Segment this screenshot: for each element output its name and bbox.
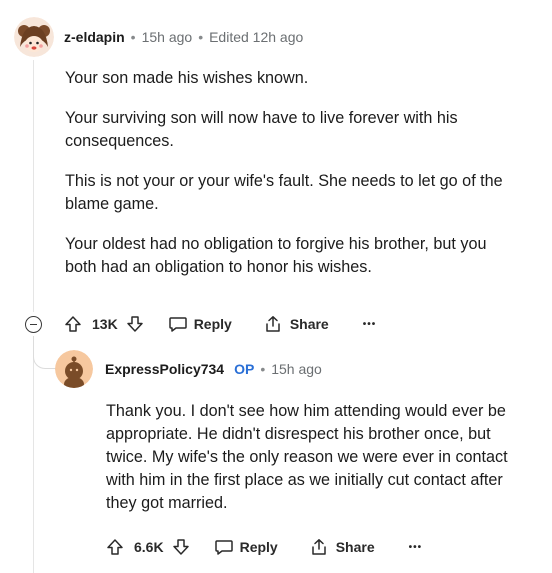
comment-actions: 13K Reply Share ••• (64, 315, 376, 333)
vote-count: 6.6K (134, 539, 164, 555)
comment-icon (168, 317, 187, 332)
op-badge: OP (234, 361, 255, 377)
edited-label: Edited 12h ago (209, 29, 304, 45)
comment-paragraph: Your surviving son will now have to live… (65, 109, 458, 150)
separator-dot: • (260, 361, 266, 377)
share-label: Share (335, 539, 375, 555)
downvote-button[interactable] (172, 538, 190, 556)
share-icon (311, 539, 326, 555)
upvote-button[interactable] (106, 538, 124, 556)
username[interactable]: z-eldapin (64, 29, 125, 45)
comment-icon (214, 540, 233, 555)
reply-actions: 6.6K Reply Share ••• (106, 538, 422, 556)
thread-line-top[interactable] (33, 60, 34, 312)
more-options-button[interactable]: ••• (409, 542, 423, 553)
thread-line-bottom[interactable] (33, 336, 34, 573)
share-button[interactable]: Share (310, 538, 375, 556)
share-label: Share (289, 316, 329, 332)
comment-paragraph: This is not your or your wife's fault. S… (65, 172, 503, 213)
downvote-icon (172, 539, 189, 555)
comment-body: Your son made his wishes known. Your sur… (65, 67, 515, 296)
share-icon (266, 316, 280, 332)
reply-button[interactable]: Reply (214, 538, 278, 556)
timestamp[interactable]: 15h ago (142, 29, 193, 45)
comment-meta: z-eldapin • 15h ago • Edited 12h ago (64, 29, 303, 45)
reply-label: Reply (239, 539, 278, 555)
reply-meta: ExpressPolicy734 OP • 15h ago (105, 361, 322, 377)
downvote-icon (126, 316, 143, 332)
upvote-icon (107, 539, 123, 555)
snoo-avatar-image (55, 350, 93, 388)
vote-count: 13K (92, 316, 118, 332)
downvote-button[interactable] (126, 315, 144, 333)
separator-dot: • (198, 29, 204, 45)
comment-paragraph: Your son made his wishes known. (65, 69, 309, 87)
reply-button[interactable]: Reply (168, 315, 232, 333)
reply-paragraph: Thank you. I don't see how him attending… (106, 402, 508, 512)
collapse-icon[interactable] (25, 316, 42, 333)
avatar-image (14, 17, 54, 57)
upvote-button[interactable] (64, 315, 82, 333)
reply-avatar[interactable] (55, 350, 93, 388)
timestamp[interactable]: 15h ago (271, 361, 322, 377)
avatar[interactable] (14, 17, 54, 57)
share-button[interactable]: Share (264, 315, 329, 333)
username[interactable]: ExpressPolicy734 (105, 361, 224, 377)
upvote-icon (65, 316, 81, 332)
reply-label: Reply (193, 316, 232, 332)
reply-connector (33, 336, 56, 369)
reply-body: Thank you. I don't see how him attending… (106, 400, 531, 532)
comment-paragraph: Your oldest had no obligation to forgive… (65, 235, 487, 276)
separator-dot: • (130, 29, 136, 45)
more-options-button[interactable]: ••• (363, 319, 377, 330)
